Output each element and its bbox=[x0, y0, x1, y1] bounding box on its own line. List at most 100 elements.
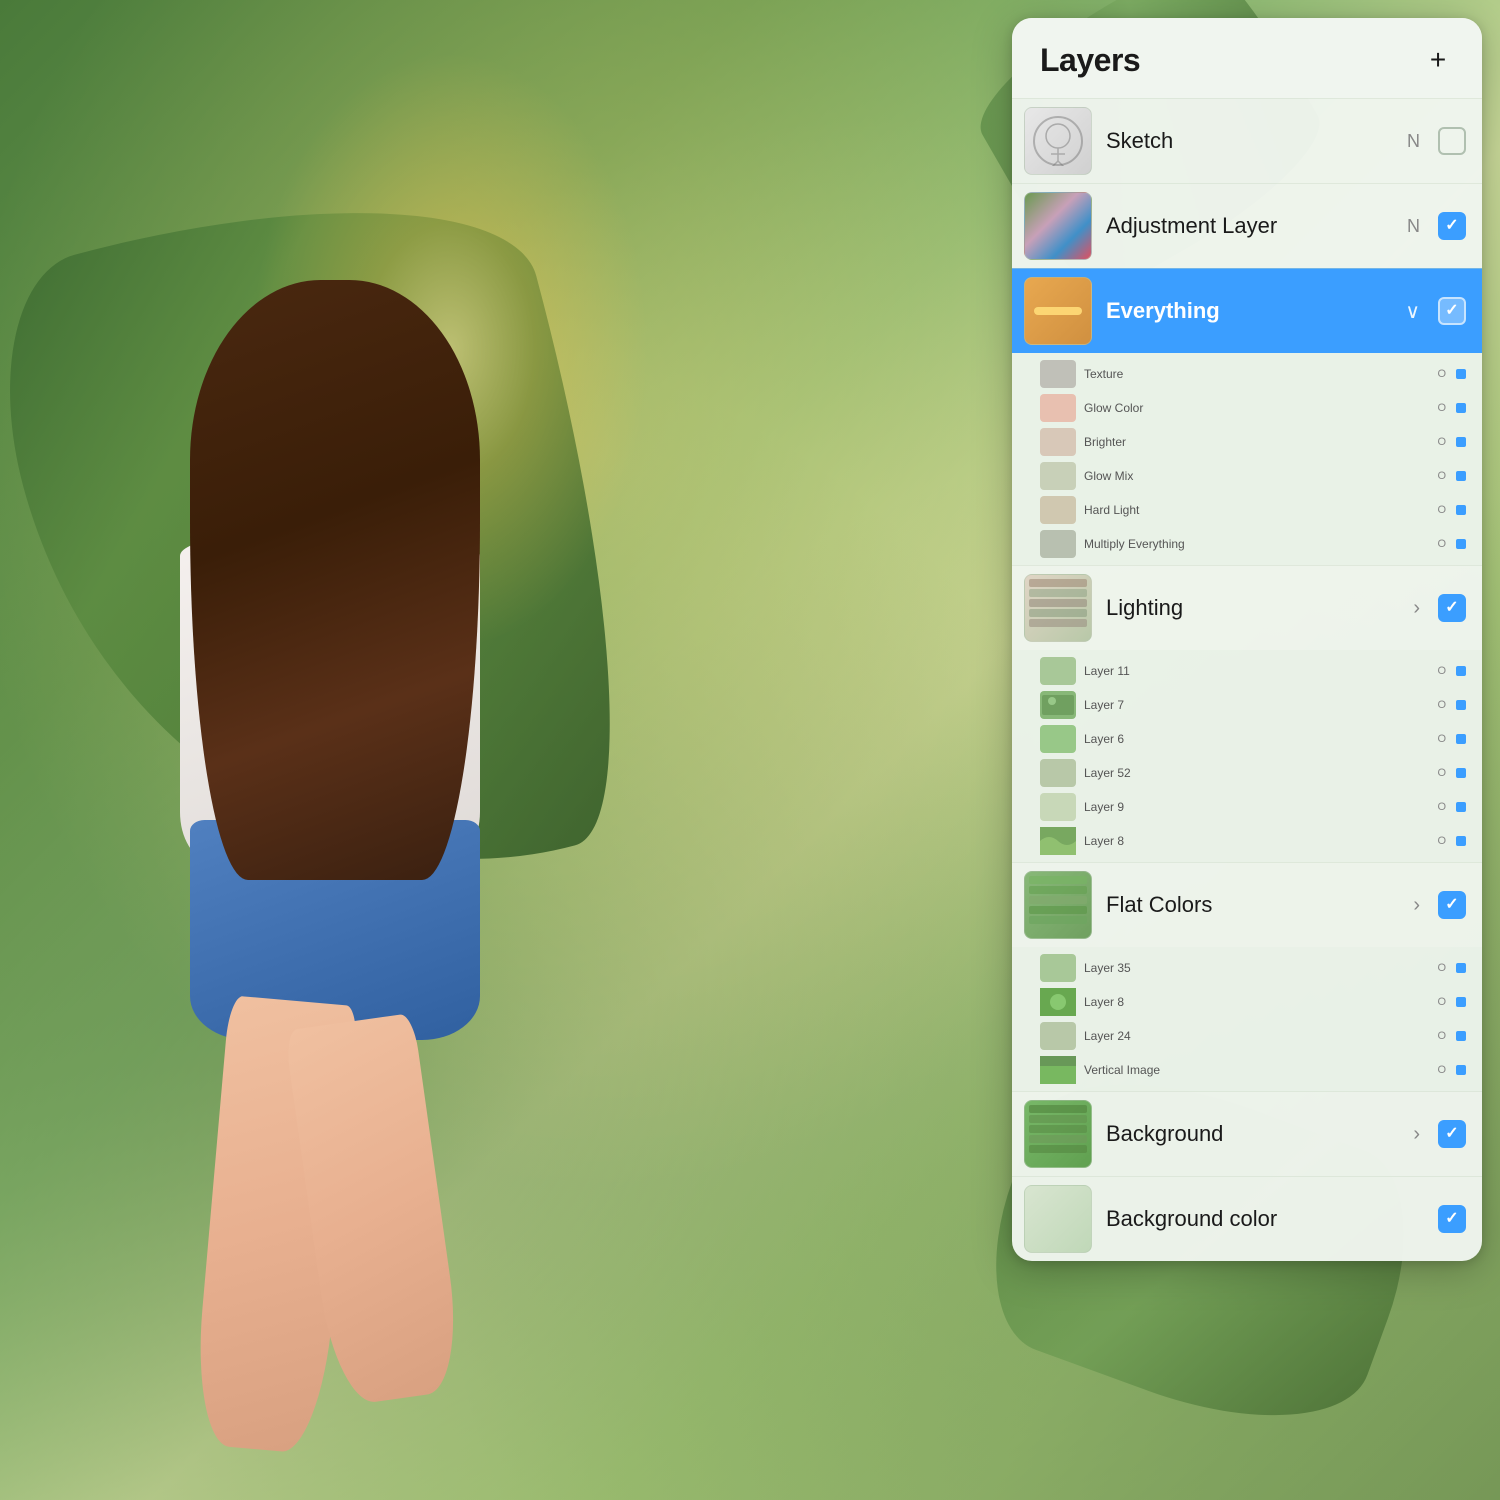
sublayer-checkbox-6[interactable] bbox=[1456, 539, 1466, 549]
sublayer-row-bg-2[interactable]: Layer 8 O bbox=[1012, 985, 1482, 1019]
layer-row-adjustment[interactable]: Adjustment Layer N ✓ bbox=[1012, 183, 1482, 268]
sublayer-checkbox-fc-1[interactable] bbox=[1456, 666, 1466, 676]
sublayer-mode-fc-1: O bbox=[1437, 665, 1446, 677]
sublayer-mode-fc-4: O bbox=[1437, 767, 1446, 779]
sublayer-thumb-fc-6 bbox=[1040, 827, 1076, 855]
sublayer-mode-3: O bbox=[1437, 436, 1446, 448]
sublayer-thumb-bg-3 bbox=[1040, 1022, 1076, 1050]
layer-name-adjustment: Adjustment Layer bbox=[1106, 213, 1393, 239]
sublayer-name-5: Hard Light bbox=[1084, 503, 1429, 517]
sublayer-row-lighting-1[interactable]: Texture O bbox=[1012, 357, 1482, 391]
sublayer-thumb-bg-1 bbox=[1040, 954, 1076, 982]
sublayer-checkbox-3[interactable] bbox=[1456, 437, 1466, 447]
sublayer-name-4: Glow Mix bbox=[1084, 469, 1429, 483]
layer-name-sketch: Sketch bbox=[1106, 128, 1393, 154]
sublayer-group-flatcolors: Layer 11 O Layer 7 O Layer 6 O Layer bbox=[1012, 650, 1482, 862]
sublayer-mode-2: O bbox=[1437, 402, 1446, 414]
sublayer-thumb-4 bbox=[1040, 462, 1076, 490]
layer-row-everything[interactable]: Everything ∨ ✓ bbox=[1012, 268, 1482, 353]
sublayer-row-lighting-4[interactable]: Glow Mix O bbox=[1012, 459, 1482, 493]
checkmark-flatcolors: ✓ bbox=[1445, 897, 1458, 913]
sublayer-name-bg-2: Layer 8 bbox=[1084, 995, 1429, 1009]
layer-thumbnail-adjustment bbox=[1024, 192, 1092, 260]
sublayer-row-bg-3[interactable]: Layer 24 O bbox=[1012, 1019, 1482, 1053]
sublayer-thumb-fc-4 bbox=[1040, 759, 1076, 787]
layer-thumbnail-background bbox=[1024, 1100, 1092, 1168]
sublayer-mode-bg-4: O bbox=[1437, 1064, 1446, 1076]
sublayer-thumb-fc-1 bbox=[1040, 657, 1076, 685]
sublayer-checkbox-bg-1[interactable] bbox=[1456, 963, 1466, 973]
layer-mode-sketch: N bbox=[1407, 131, 1420, 152]
sublayer-row-fc-5[interactable]: Layer 9 O bbox=[1012, 790, 1482, 824]
sublayer-mode-fc-5: O bbox=[1437, 801, 1446, 813]
sublayer-name-fc-6: Layer 8 bbox=[1084, 834, 1429, 848]
layer-name-lighting: Lighting bbox=[1106, 595, 1399, 621]
layer-row-sketch[interactable]: Sketch N bbox=[1012, 98, 1482, 183]
sublayer-checkbox-bg-2[interactable] bbox=[1456, 997, 1466, 1007]
layer-name-bgcolor: Background color bbox=[1106, 1206, 1424, 1232]
sublayer-thumb-6 bbox=[1040, 530, 1076, 558]
sublayer-row-lighting-6[interactable]: Multiply Everything O bbox=[1012, 527, 1482, 561]
layer-checkbox-adjustment[interactable]: ✓ bbox=[1438, 212, 1466, 240]
sublayer-name-fc-1: Layer 11 bbox=[1084, 664, 1429, 678]
layer-name-everything: Everything bbox=[1106, 298, 1391, 324]
sublayer-checkbox-fc-2[interactable] bbox=[1456, 700, 1466, 710]
sublayer-thumb-1 bbox=[1040, 360, 1076, 388]
character-hair bbox=[190, 280, 480, 880]
sublayer-checkbox-5[interactable] bbox=[1456, 505, 1466, 515]
checkmark-everything: ✓ bbox=[1445, 303, 1458, 319]
sublayer-group-lighting: Texture O Glow Color O Brighter O Glow M… bbox=[1012, 353, 1482, 565]
sublayer-row-lighting-3[interactable]: Brighter O bbox=[1012, 425, 1482, 459]
sublayer-mode-1: O bbox=[1437, 368, 1446, 380]
layer-thumbnail-everything bbox=[1024, 277, 1092, 345]
sublayer-name-fc-4: Layer 52 bbox=[1084, 766, 1429, 780]
sublayer-row-fc-6[interactable]: Layer 8 O bbox=[1012, 824, 1482, 858]
panel-title: Layers bbox=[1040, 42, 1140, 79]
checkmark-background: ✓ bbox=[1445, 1126, 1458, 1142]
layers-list: Sketch N Adjustment Layer N ✓ Everything… bbox=[1012, 98, 1482, 1261]
sublayer-row-fc-2[interactable]: Layer 7 O bbox=[1012, 688, 1482, 722]
add-layer-button[interactable]: + bbox=[1418, 40, 1458, 80]
sublayer-thumb-fc-2 bbox=[1040, 691, 1076, 719]
layer-checkbox-lighting[interactable]: ✓ bbox=[1438, 594, 1466, 622]
layer-checkbox-sketch[interactable] bbox=[1438, 127, 1466, 155]
sublayer-checkbox-4[interactable] bbox=[1456, 471, 1466, 481]
sublayer-name-fc-2: Layer 7 bbox=[1084, 698, 1429, 712]
everything-bar bbox=[1034, 307, 1082, 315]
layer-mode-adjustment: N bbox=[1407, 216, 1420, 237]
sublayer-checkbox-2[interactable] bbox=[1456, 403, 1466, 413]
sublayer-checkbox-fc-5[interactable] bbox=[1456, 802, 1466, 812]
sublayer-row-fc-1[interactable]: Layer 11 O bbox=[1012, 654, 1482, 688]
layer-thumbnail-flatcolors bbox=[1024, 871, 1092, 939]
sublayer-mode-6: O bbox=[1437, 538, 1446, 550]
sublayer-checkbox-1[interactable] bbox=[1456, 369, 1466, 379]
sublayer-row-fc-3[interactable]: Layer 6 O bbox=[1012, 722, 1482, 756]
sublayer-name-2: Glow Color bbox=[1084, 401, 1429, 415]
layer-row-lighting[interactable]: Lighting › ✓ bbox=[1012, 565, 1482, 650]
sublayer-thumb-bg-4 bbox=[1040, 1056, 1076, 1084]
layers-panel: Layers + Sketch N Adjustment Layer N bbox=[1012, 18, 1482, 1261]
sublayer-name-fc-3: Layer 6 bbox=[1084, 732, 1429, 746]
layer-checkbox-background[interactable]: ✓ bbox=[1438, 1120, 1466, 1148]
sublayer-mode-bg-3: O bbox=[1437, 1030, 1446, 1042]
layer-checkbox-flatcolors[interactable]: ✓ bbox=[1438, 891, 1466, 919]
sublayer-name-bg-3: Layer 24 bbox=[1084, 1029, 1429, 1043]
sublayer-checkbox-bg-4[interactable] bbox=[1456, 1065, 1466, 1075]
sublayer-checkbox-fc-3[interactable] bbox=[1456, 734, 1466, 744]
layer-checkbox-bgcolor[interactable]: ✓ bbox=[1438, 1205, 1466, 1233]
layer-row-flatcolors[interactable]: Flat Colors › ✓ bbox=[1012, 862, 1482, 947]
sublayer-checkbox-bg-3[interactable] bbox=[1456, 1031, 1466, 1041]
sublayer-row-fc-4[interactable]: Layer 52 O bbox=[1012, 756, 1482, 790]
sublayer-row-lighting-2[interactable]: Glow Color O bbox=[1012, 391, 1482, 425]
sublayer-row-lighting-5[interactable]: Hard Light O bbox=[1012, 493, 1482, 527]
sublayer-row-bg-1[interactable]: Layer 35 O bbox=[1012, 951, 1482, 985]
sublayer-checkbox-fc-6[interactable] bbox=[1456, 836, 1466, 846]
sublayer-thumb-5 bbox=[1040, 496, 1076, 524]
layer-checkbox-everything[interactable]: ✓ bbox=[1438, 297, 1466, 325]
sublayer-row-bg-4[interactable]: Vertical Image O bbox=[1012, 1053, 1482, 1087]
sublayer-name-3: Brighter bbox=[1084, 435, 1429, 449]
sublayer-thumb-bg-2 bbox=[1040, 988, 1076, 1016]
layer-row-background[interactable]: Background › ✓ bbox=[1012, 1091, 1482, 1176]
layer-row-bgcolor[interactable]: Background color ✓ bbox=[1012, 1176, 1482, 1261]
sublayer-checkbox-fc-4[interactable] bbox=[1456, 768, 1466, 778]
